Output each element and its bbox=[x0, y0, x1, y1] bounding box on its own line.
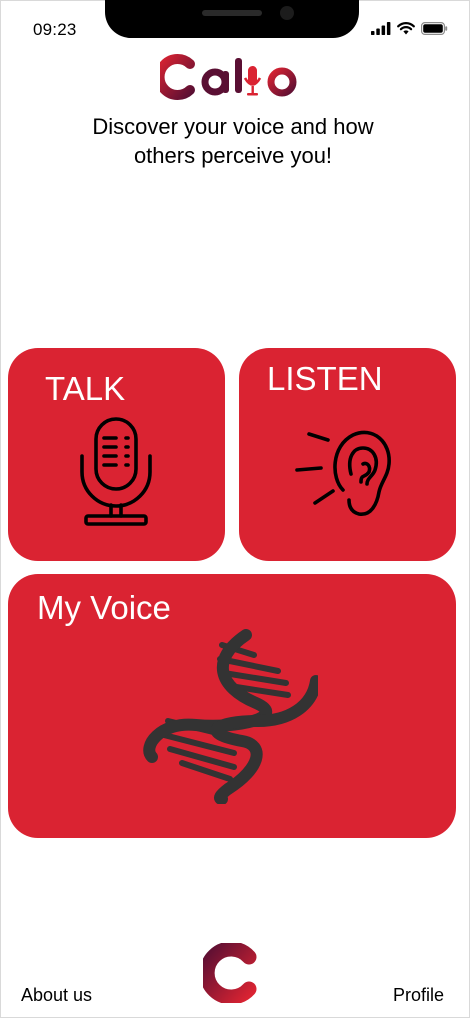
microphone-icon bbox=[80, 417, 152, 526]
device-notch bbox=[105, 0, 359, 38]
wifi-icon bbox=[397, 22, 415, 35]
home-logo-button[interactable] bbox=[203, 943, 261, 1003]
my-voice-label: My Voice bbox=[37, 589, 171, 626]
front-camera bbox=[280, 6, 294, 20]
listen-tile[interactable]: LISTEN bbox=[239, 348, 456, 561]
ear-icon bbox=[295, 430, 391, 516]
about-us-link[interactable]: About us bbox=[21, 985, 92, 1006]
status-icons bbox=[371, 22, 448, 35]
callo-logo bbox=[160, 54, 297, 100]
listen-label: LISTEN bbox=[267, 360, 383, 397]
speaker-grille bbox=[202, 10, 262, 16]
tagline: Discover your voice and how others perce… bbox=[92, 114, 374, 168]
battery-icon bbox=[421, 22, 448, 35]
signal-icon bbox=[371, 22, 391, 35]
status-time: 09:23 bbox=[33, 20, 77, 39]
talk-label: TALK bbox=[45, 370, 126, 407]
dna-icon bbox=[143, 629, 318, 804]
talk-tile[interactable]: TALK bbox=[8, 348, 225, 561]
profile-link[interactable]: Profile bbox=[393, 985, 444, 1006]
my-voice-tile[interactable]: My Voice bbox=[8, 574, 456, 838]
